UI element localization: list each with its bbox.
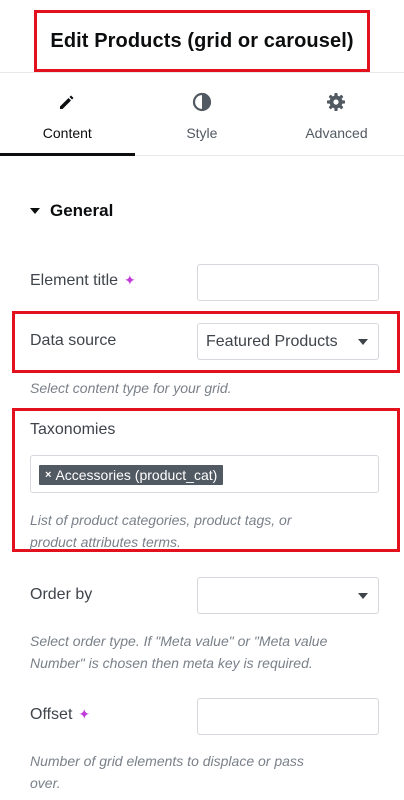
tab-style[interactable]: Style (135, 73, 270, 155)
taxonomies-help-line2: product attributes terms. (30, 534, 181, 550)
caret-down-icon (30, 208, 40, 214)
contrast-icon (192, 91, 212, 113)
section-general-title: General (50, 201, 114, 220)
order-by-label: Order by (30, 586, 93, 603)
offset-input[interactable] (197, 698, 379, 735)
gear-icon (326, 91, 346, 113)
tab-advanced[interactable]: Advanced (269, 73, 404, 155)
tab-style-label: Style (186, 125, 218, 141)
section-general-toggle[interactable]: General (30, 201, 113, 221)
tab-advanced-label: Advanced (305, 125, 368, 141)
panel-header: Edit Products (grid or carousel) (0, 0, 404, 73)
taxonomies-input[interactable]: × Accessories (product_cat) (30, 455, 379, 493)
ai-sparkle-icon[interactable]: ✦ (78, 706, 90, 722)
taxonomy-tag: × Accessories (product_cat) (39, 465, 224, 485)
tab-content-label: Content (42, 125, 92, 141)
panel-title: Edit Products (grid or carousel) (34, 10, 370, 72)
offset-label: Offset (30, 706, 73, 723)
data-source-label: Data source (30, 332, 117, 349)
offset-label-row: Offset ✦ (30, 706, 90, 724)
element-title-label: Element title (30, 272, 119, 289)
taxonomy-tag-label: Accessories (product_cat) (55, 467, 218, 483)
element-title-input[interactable] (197, 264, 379, 301)
pencil-icon (58, 91, 76, 113)
tab-content[interactable]: Content (0, 73, 135, 156)
remove-tag-icon[interactable]: × (45, 469, 51, 481)
tab-bar: Content Style Advanced (0, 73, 404, 156)
data-source-select[interactable]: Featured Products (197, 323, 379, 360)
offset-help-line2: over. (30, 775, 61, 791)
element-title-label-row: Element title ✦ (30, 272, 136, 290)
chevron-down-icon (358, 592, 368, 599)
offset-help-line1: Number of grid elements to displace or p… (30, 753, 304, 769)
order-by-help-line1: Select order type. If "Meta value" or "M… (30, 633, 328, 649)
ai-sparkle-icon[interactable]: ✦ (124, 272, 136, 288)
order-by-help-line2: Number" is chosen then meta key is requi… (30, 655, 313, 671)
order-by-select[interactable] (197, 577, 379, 614)
taxonomies-help-line1: List of product categories, product tags… (30, 512, 292, 528)
taxonomies-label: Taxonomies (30, 421, 116, 438)
data-source-help: Select content type for your grid. (30, 380, 232, 396)
data-source-value: Featured Products (206, 332, 338, 350)
chevron-down-icon (358, 338, 368, 345)
